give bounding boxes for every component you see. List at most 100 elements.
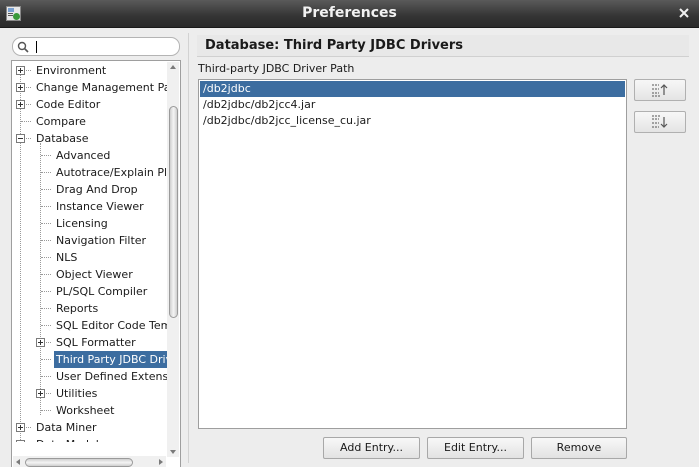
tree-item[interactable]: NLS [12,249,167,266]
expand-icon[interactable] [16,423,25,432]
preferences-tree[interactable]: Environment Change Management Par Code Edi… [11,60,181,467]
tree-item-label: Code Editor [36,98,101,111]
tree-item-label: Environment [36,64,107,77]
move-down-button[interactable] [634,111,686,133]
tree-connector [41,240,51,241]
tree-connector [41,359,51,360]
move-up-icon [652,84,668,97]
list-item[interactable]: /db2jdbc/db2jcc4.jar [200,97,625,113]
tree-item[interactable]: Environment [12,62,167,79]
driver-path-list[interactable]: /db2jdbc/db2jdbc/db2jcc4.jar/db2jdbc/db2… [198,79,627,429]
move-up-button[interactable] [634,79,686,101]
expand-icon[interactable] [16,83,25,92]
list-item[interactable]: /db2jdbc [200,81,625,97]
tree-item[interactable]: Code Editor [12,96,167,113]
scroll-down-icon[interactable] [170,450,176,454]
tree-connector [41,206,51,207]
expand-icon[interactable] [36,389,45,398]
dialog-content: Environment Change Management Par Code Edi… [0,29,699,467]
tree-connector [41,291,51,292]
tree-item[interactable]: User Defined Extensi [12,368,167,385]
tree-item[interactable]: Utilities [12,385,167,402]
tree-item[interactable]: Licensing [12,215,167,232]
tree-item[interactable]: Data Modeler [12,436,167,442]
tree-connector [41,223,51,224]
tree-item-label: Drag And Drop [56,183,138,196]
tree-connector [41,274,51,275]
tree-item-label: Data Miner [36,421,97,434]
tree-item-label: Autotrace/Explain Pl [56,166,167,179]
tree-item-label: Worksheet [56,404,115,417]
tree-item-label: Third Party JDBC Driv [54,351,167,368]
tree-item[interactable]: Worksheet [12,402,167,419]
scroll-up-icon[interactable] [170,65,176,69]
tree-connector [41,325,51,326]
tree-item-label: Navigation Filter [56,234,147,247]
tree-item[interactable]: Compare [12,113,167,130]
tree-item[interactable]: Reports [12,300,167,317]
close-icon[interactable] [677,6,691,20]
tree-connector [41,189,51,190]
window-title: Preferences [302,5,397,21]
tree-item[interactable]: SQL Editor Code Tem [12,317,167,334]
tree-connector [41,410,51,411]
panel-header: Database: Third Party JDBC Drivers [197,35,689,57]
tree-item-label: Object Viewer [56,268,133,281]
tree-item-label: Compare [36,115,86,128]
expand-icon[interactable] [16,440,25,442]
tree-connector [41,376,51,377]
title-bar: Preferences [0,0,699,28]
tree-item-label: Instance Viewer [56,200,144,213]
panel-title: Database: Third Party JDBC Drivers [205,38,464,53]
tree-item[interactable]: SQL Formatter [12,334,167,351]
tree-item-label: SQL Editor Code Tem [56,319,167,332]
move-down-icon [652,115,668,128]
tree-item[interactable]: Third Party JDBC Driv [12,351,167,368]
scroll-left-icon[interactable] [16,459,20,465]
tree-item-label: SQL Formatter [56,336,136,349]
tree-connector [41,308,51,309]
tree-item[interactable]: Instance Viewer [12,198,167,215]
tree-item[interactable]: Navigation Filter [12,232,167,249]
tree-connector [41,155,51,156]
search-field[interactable] [12,37,180,56]
tree-item-label: User Defined Extensi [56,370,167,383]
tree-item-label: Change Management Par [36,81,167,94]
tree-item[interactable]: Change Management Par [12,79,167,96]
tree-item[interactable]: Drag And Drop [12,181,167,198]
driver-path-label: Third-party JDBC Driver Path [198,62,355,75]
add-entry-button[interactable]: Add Entry... [323,437,420,459]
tree-vertical-scrollbar[interactable] [167,62,179,457]
tree-viewport: Environment Change Management Par Code Edi… [12,61,167,442]
list-item[interactable]: /db2jdbc/db2jcc_license_cu.jar [200,113,625,129]
tree-item[interactable]: Object Viewer [12,266,167,283]
tree-horizontal-scrollbar[interactable] [13,456,166,467]
tree-item-label: Reports [56,302,99,315]
tree-item[interactable]: Data Miner [12,419,167,436]
tree-item-label: Licensing [56,217,108,230]
tree-item[interactable]: Advanced [12,147,167,164]
tree-item-label: Advanced [56,149,111,162]
expand-icon[interactable] [16,66,25,75]
horizontal-scroll-thumb[interactable] [25,458,133,467]
remove-button[interactable]: Remove [531,437,627,459]
tree-connector [41,172,51,173]
tree-item-label: Database [36,132,89,145]
expand-icon[interactable] [16,100,25,109]
scroll-right-icon[interactable] [159,459,163,465]
vertical-scroll-thumb[interactable] [169,106,178,318]
tree-item-label: Data Modeler [36,436,110,442]
search-icon [17,41,29,53]
tree-connector [21,121,31,122]
panel-splitter[interactable] [188,33,189,463]
tree-item-label: PL/SQL Compiler [56,285,148,298]
collapse-icon[interactable] [16,134,25,143]
tree-item[interactable]: Database [12,130,167,147]
expand-icon[interactable] [36,338,45,347]
text-caret [36,41,37,53]
tree-item-label: Utilities [56,387,98,400]
tree-connector [41,257,51,258]
tree-item[interactable]: PL/SQL Compiler [12,283,167,300]
tree-item[interactable]: Autotrace/Explain Pl [12,164,167,181]
edit-entry-button[interactable]: Edit Entry... [427,437,524,459]
